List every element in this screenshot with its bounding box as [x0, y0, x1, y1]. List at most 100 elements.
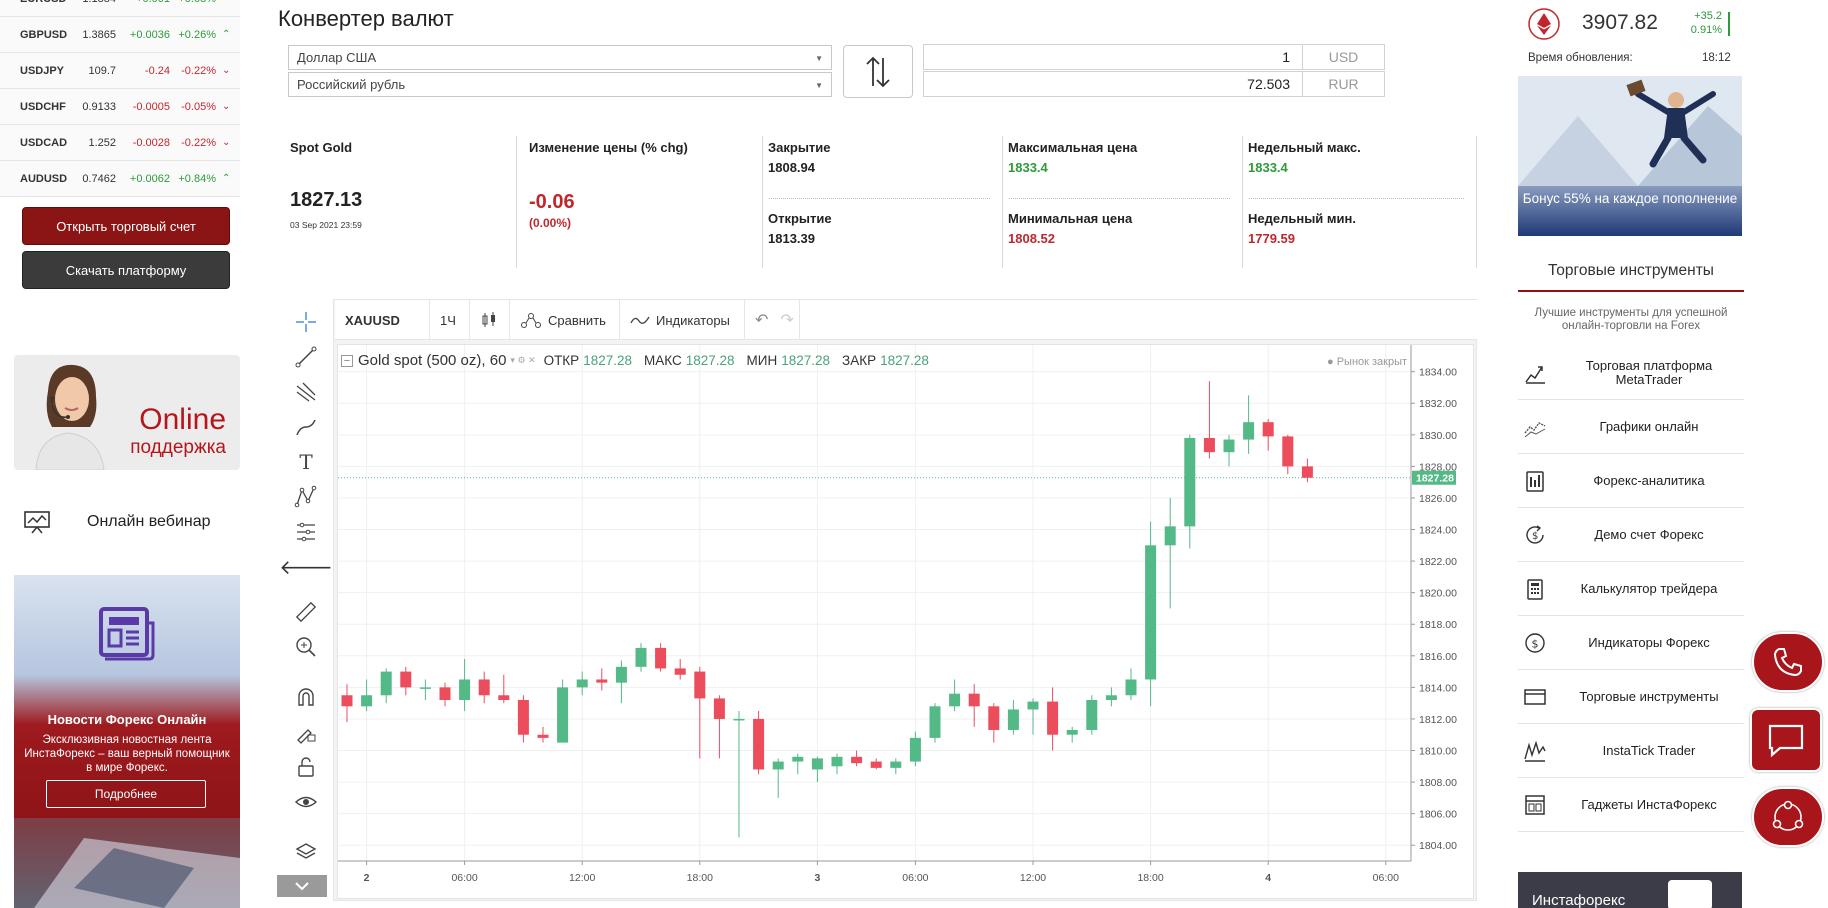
trading-tool-item[interactable]: Торговая платформа MetaTrader — [1518, 346, 1744, 400]
quote-price: 1.3865 — [82, 28, 116, 41]
unlock-icon[interactable] — [291, 754, 321, 780]
instaforex-banner[interactable]: Инстафорекс — [1518, 872, 1742, 908]
quote-change: +0.0062 — [129, 172, 170, 185]
to-amount-field[interactable]: 72.503 RUR — [923, 71, 1385, 97]
candle-body — [1243, 422, 1255, 440]
y-tick-label: 1810.00 — [1419, 746, 1457, 758]
trading-tools-title: Торговые инструменты — [1548, 262, 1714, 279]
close-label: ЗАКР — [842, 353, 877, 368]
forex-news-banner[interactable]: Новости Форекс Онлайн Эксклюзивная новос… — [14, 575, 240, 908]
candle-body — [400, 671, 412, 688]
trading-tool-item[interactable]: $ Демо счет Форекс — [1518, 508, 1744, 562]
chevron-up-icon: ⌃ — [222, 0, 230, 4]
quote-row-usdjpy[interactable]: USDJPY 109.7 -0.24 -0.22% ⌄ — [0, 53, 240, 89]
bonus-banner[interactable]: Бонус 55% на каждое пополнение — [1518, 76, 1742, 236]
pitchfork-icon[interactable] — [291, 379, 321, 405]
quote-change: +0.0036 — [129, 28, 170, 41]
lock-drawing-icon[interactable] — [291, 719, 321, 745]
eth-change: +35.2 0.91% — [1680, 9, 1722, 37]
share-button[interactable] — [1752, 787, 1824, 847]
legend-menu-icon[interactable]: ▾ ⚙ ✕ — [510, 355, 535, 366]
quote-row-eurusd[interactable]: EURUSD 1.1884 +0.001+0.08% ⌃ — [0, 0, 240, 17]
brush-icon[interactable] — [291, 414, 321, 440]
quote-row-audusd[interactable]: AUDUSD 0.7462 +0.0062 +0.84% ⌃ — [0, 161, 240, 197]
quote-row-usdchf[interactable]: USDCHF 0.9133 -0.0005 -0.05% ⌄ — [0, 89, 240, 125]
redo-icon[interactable]: ↷ — [780, 310, 793, 330]
x-tick-label: 18:00 — [1137, 872, 1163, 884]
collapse-legend-icon[interactable]: − — [341, 354, 353, 367]
pattern-icon[interactable] — [291, 484, 321, 510]
chat-button[interactable] — [1750, 708, 1822, 772]
from-currency-select[interactable]: Доллар США ▼ — [288, 45, 832, 70]
undo-icon[interactable]: ↶ — [755, 310, 768, 330]
eth-change-value: +35.2 — [1694, 10, 1722, 22]
layers-icon[interactable] — [291, 839, 321, 865]
compare-button[interactable]: Сравнить — [510, 300, 620, 340]
toolbar-scroll-down[interactable] — [277, 875, 327, 897]
arrow-left-icon[interactable]: 🡐 — [279, 554, 333, 580]
quote-percent: +0.26% — [178, 28, 216, 41]
symbol-search[interactable]: XAUUSD — [335, 300, 430, 340]
trading-tool-item[interactable]: Гаджеты ИнстаФорекс — [1518, 778, 1744, 832]
candle-body — [478, 679, 490, 696]
stat-instrument: Spot Gold 1827.13 03 Sep 2021 23:59 — [284, 136, 517, 268]
trading-tool-label: Форекс-аналитика — [1593, 473, 1705, 488]
dollar-refresh-icon: $ — [1522, 522, 1548, 548]
ethereum-icon — [1528, 8, 1560, 40]
svg-text:$: $ — [1532, 531, 1538, 542]
chart-platform-icon — [1522, 360, 1548, 386]
y-tick-label: 1818.00 — [1419, 619, 1457, 631]
eye-icon[interactable] — [291, 789, 321, 815]
trading-tool-item[interactable]: Торговые инструменты — [1518, 670, 1744, 724]
from-amount-field[interactable]: 1 USD — [923, 44, 1385, 70]
online-support-banner[interactable]: Online поддержка — [14, 355, 240, 470]
instrument-name: Spot Gold — [290, 140, 353, 155]
quote-symbol: USDCAD — [20, 136, 68, 149]
call-button[interactable] — [1752, 632, 1824, 692]
magnet-icon[interactable] — [291, 684, 321, 710]
y-tick-label: 1806.00 — [1419, 809, 1457, 821]
update-label: Время обновления: — [1528, 52, 1633, 64]
trading-tool-item[interactable]: InstaTick Trader — [1518, 724, 1744, 778]
market-status: ● Рынок закрыт — [1327, 356, 1408, 368]
candle-body — [851, 756, 863, 764]
download-platform-button[interactable]: Скачать платформу — [22, 251, 230, 289]
chevron-down-icon: ▼ — [815, 81, 823, 90]
candle-body — [949, 693, 961, 707]
quote-row-usdcad[interactable]: USDCAD 1.252 -0.0028 -0.22% ⌄ — [0, 125, 240, 161]
to-currency-select[interactable]: Российский рубль ▼ — [288, 72, 832, 97]
candle-body — [713, 698, 725, 719]
news-more-button[interactable]: Подробнее — [46, 780, 206, 808]
crosshair-icon[interactable] — [291, 309, 321, 335]
trading-tool-item[interactable]: Форекс-аналитика — [1518, 454, 1744, 508]
online-webinar-link[interactable]: Онлайн вебинар — [20, 505, 240, 539]
quote-row-gbpusd[interactable]: GBPUSD 1.3865 +0.0036 +0.26% ⌃ — [0, 17, 240, 53]
keyboard-photo — [14, 818, 240, 908]
chart-type-button[interactable] — [470, 300, 510, 340]
interval-selector[interactable]: 1Ч — [430, 300, 470, 340]
quote-symbol: USDCHF — [20, 100, 66, 113]
chart-top-toolbar: XAUUSD 1Ч Сравнить Индикаторы ↶ ↷ — [335, 300, 1477, 340]
trading-tool-item[interactable]: Калькулятор трейдера — [1518, 562, 1744, 616]
trading-tool-item[interactable]: Графики онлайн — [1518, 400, 1744, 454]
trading-tool-label: Демо счет Форекс — [1594, 527, 1704, 542]
prediction-icon[interactable] — [291, 519, 321, 545]
open-account-button[interactable]: Открыть торговый счет — [22, 207, 230, 245]
quote-symbol: GBPUSD — [20, 28, 68, 41]
trading-tool-item[interactable]: $ Индикаторы Форекс — [1518, 616, 1744, 670]
zoom-in-icon[interactable] — [291, 634, 321, 660]
indicators-button[interactable]: Индикаторы — [620, 300, 745, 340]
text-tool-icon[interactable]: T — [291, 449, 321, 475]
ruler-icon[interactable] — [291, 599, 321, 625]
low-label: МИН — [746, 353, 778, 368]
candlestick-chart[interactable]: 1804.00 1806.00 1808.00 1810.00 1812.00 1814.… — [338, 345, 1473, 898]
week-max-value: 1833.4 — [1248, 160, 1288, 175]
trading-tool-label: Графики онлайн — [1599, 419, 1699, 434]
quote-percent: +0.08% — [172, 0, 216, 5]
chart-plot-area[interactable]: 1804.00 1806.00 1808.00 1810.00 1812.00 1814.… — [337, 344, 1474, 899]
quote-price: 1.1884 — [80, 0, 116, 5]
trend-line-icon[interactable] — [291, 344, 321, 370]
swap-currencies-button[interactable] — [843, 45, 913, 98]
market-status-text: Рынок закрыт — [1336, 356, 1408, 368]
candle-body — [1282, 436, 1294, 467]
